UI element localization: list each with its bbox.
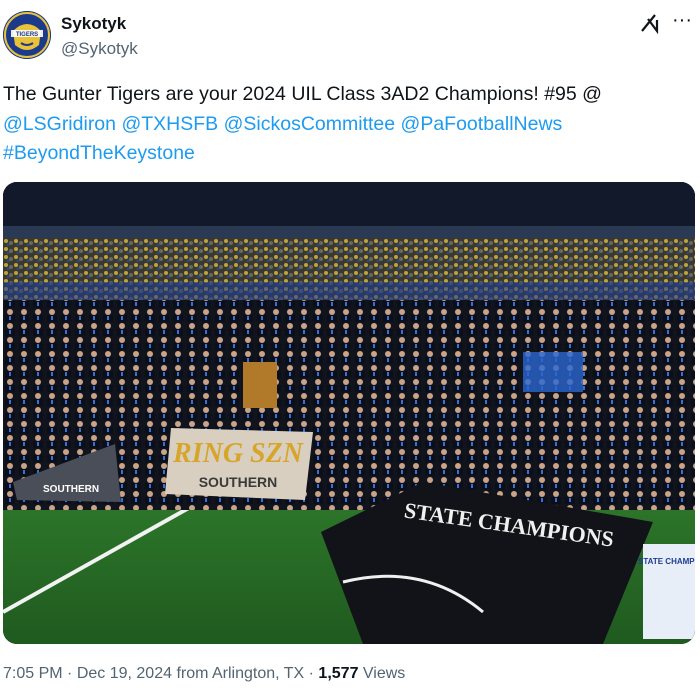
ring-szn-banner: RING SZN SOUTHERN <box>165 428 313 500</box>
hashtag-link[interactable]: #BeyondTheKeystone <box>3 142 195 164</box>
sign-text: STATE CHAMPS <box>638 557 695 566</box>
mention-link[interactable]: @TXHSFB <box>121 113 218 135</box>
more-options-icon[interactable]: ··· <box>670 8 694 32</box>
author-handle[interactable]: @Sykotyk <box>61 39 138 59</box>
tiger-logo-icon: TIGERS <box>3 11 51 59</box>
tweet-text-prefix: The Gunter Tigers are your 2024 UIL Clas… <box>3 83 602 105</box>
tweet-time[interactable]: 7:05 PM <box>3 665 63 682</box>
views-label: Views <box>358 665 406 682</box>
tweet-text: The Gunter Tigers are your 2024 UIL Clas… <box>3 80 693 169</box>
avatar[interactable]: TIGERS <box>3 11 51 59</box>
left-sign-text: SOUTHERN <box>43 484 99 495</box>
mention-link[interactable]: @PaFootballNews <box>401 113 563 135</box>
views-count: 1,577 <box>318 665 359 682</box>
tweet-header: TIGERS Sykotyk @Sykotyk ··· <box>0 0 700 70</box>
team-celebration-photo: RING SZN SOUTHERN SOUTHERN STATE CHAMPIO… <box>3 182 695 644</box>
mention-link[interactable]: @LSGridiron <box>3 113 116 135</box>
mention-link[interactable]: @SickosCommittee <box>224 113 396 135</box>
tweet-photo[interactable]: RING SZN SOUTHERN SOUTHERN STATE CHAMPIO… <box>3 182 695 644</box>
grok-icon[interactable] <box>639 12 661 35</box>
state-champs-sign: STATE CHAMPS <box>638 544 695 639</box>
author-display-name[interactable]: Sykotyk <box>61 14 126 34</box>
separator: · <box>62 665 77 682</box>
tweet-meta: 7:05 PM · Dec 19, 2024 from Arlington, T… <box>3 665 405 683</box>
banner-sub-text: SOUTHERN <box>199 474 278 490</box>
trophy <box>243 362 277 408</box>
tweet-date-location[interactable]: Dec 19, 2024 from Arlington, TX <box>77 665 304 682</box>
blue-shirt <box>523 352 583 392</box>
separator: · <box>304 665 319 682</box>
banner-main-text: RING SZN <box>172 438 305 469</box>
avatar-text: TIGERS <box>16 32 38 38</box>
